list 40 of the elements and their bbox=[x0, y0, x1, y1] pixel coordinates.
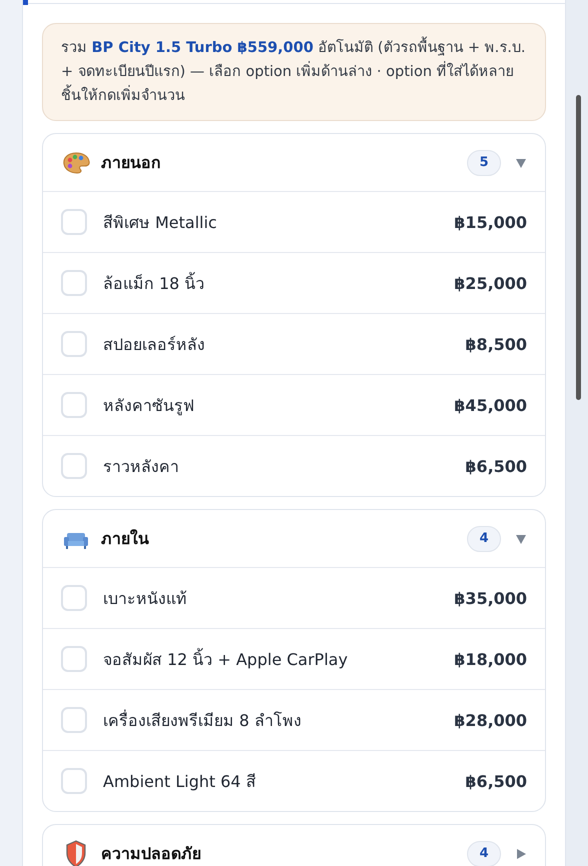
option-price: ฿28,000 bbox=[454, 710, 528, 730]
price-summary-note: รวม BP City 1.5 Turbo ฿559,000 อัตโนมัติ (ตัวรถพื้นฐาน + พ.ร.บ. + จดทะเบียนปีแรก) — เลือก option เพิ่มด้านล่าง · option ที่ใส่ได้หลายชิ้นให้กดเพิ่มจำนวน bbox=[42, 23, 546, 121]
palette-icon bbox=[61, 150, 91, 174]
option-label: Ambient Light 64 สี bbox=[103, 770, 257, 792]
count-badge: 4 bbox=[467, 526, 502, 552]
checkbox[interactable] bbox=[61, 707, 87, 733]
count-badge: 5 bbox=[467, 150, 502, 176]
option-label: เครื่องเสียงพรีเมียม 8 ลำโพง bbox=[103, 708, 302, 732]
checkbox[interactable] bbox=[61, 585, 87, 611]
option-label: สีพิเศษ Metallic bbox=[103, 212, 218, 234]
option-label: จอสัมผัส 12 นิ้ว + Apple CarPlay bbox=[103, 647, 349, 670]
option-price: ฿18,000 bbox=[454, 650, 528, 668]
option-price: ฿15,000 bbox=[454, 212, 528, 232]
checkbox[interactable] bbox=[61, 768, 87, 794]
group-title[interactable]: ความปลอดภัย bbox=[101, 841, 468, 866]
option-price: ฿6,500 bbox=[465, 456, 528, 476]
group-title[interactable]: ภายใน bbox=[101, 526, 468, 551]
checkbox[interactable] bbox=[61, 646, 87, 672]
option-price: ฿35,000 bbox=[454, 588, 528, 608]
option-label: หลังคาซันรูฟ bbox=[103, 394, 195, 418]
option-price: ฿45,000 bbox=[454, 396, 528, 414]
group-title[interactable]: ภายนอก bbox=[101, 150, 468, 175]
option-label: เบาะหนังแท้ bbox=[103, 588, 188, 610]
option-price: ฿8,500 bbox=[465, 334, 528, 354]
checkbox[interactable] bbox=[61, 209, 87, 235]
option-price: ฿25,000 bbox=[454, 274, 528, 292]
collapse-caret-icon[interactable] bbox=[515, 532, 528, 544]
scrollbar-thumb[interactable] bbox=[576, 95, 582, 400]
checkbox[interactable] bbox=[61, 453, 87, 479]
checkbox[interactable] bbox=[61, 331, 87, 357]
option-label: สปอยเลอร์หลัง bbox=[103, 334, 206, 356]
collapse-caret-icon[interactable] bbox=[515, 156, 528, 168]
option-price: ฿6,500 bbox=[465, 772, 528, 790]
option-label: ราวหลังคา bbox=[103, 456, 180, 478]
checkbox[interactable] bbox=[61, 270, 87, 296]
expand-caret-icon[interactable] bbox=[515, 848, 528, 860]
accent-bar bbox=[23, 0, 28, 5]
count-badge: 4 bbox=[467, 840, 502, 866]
option-label: ล้อแม็ก 18 นิ้ว bbox=[103, 271, 206, 294]
checkbox[interactable] bbox=[61, 392, 87, 418]
